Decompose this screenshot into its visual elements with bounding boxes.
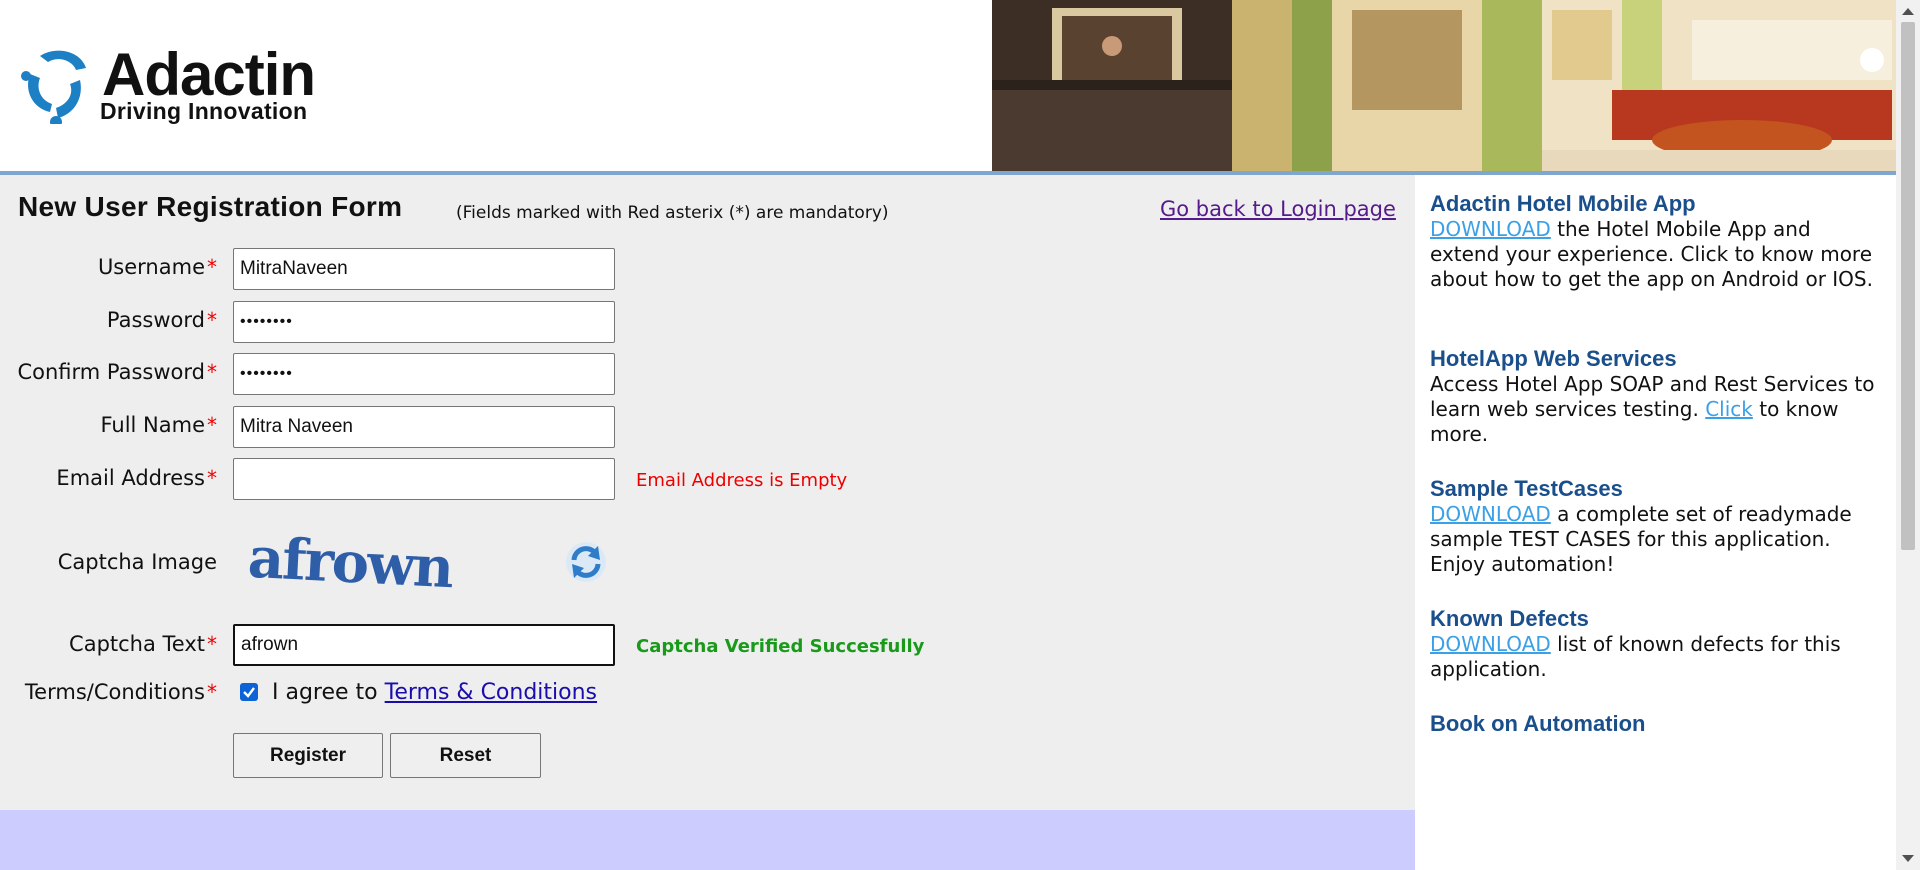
confirm-password-input[interactable]: •••••••• <box>233 353 615 395</box>
captcha-text-input[interactable]: afrown <box>233 624 615 666</box>
defects-download-link[interactable]: DOWNLOAD <box>1430 632 1551 656</box>
registration-panel: New User Registration Form (Fields marke… <box>0 175 1415 810</box>
terms-agree-text: I agree to Terms & Conditions <box>272 680 598 705</box>
web-services-click-link[interactable]: Click <box>1705 397 1753 421</box>
required-asterisk: * <box>207 360 217 384</box>
scroll-down-arrow-icon[interactable] <box>1902 855 1914 862</box>
captcha-verified-message: Captcha Verified Succesfully <box>636 636 925 657</box>
adactin-swirl-icon <box>21 50 86 124</box>
adactin-logo: Adactin Driving Innovation <box>20 44 350 124</box>
logo-tagline: Driving Innovation <box>100 98 308 124</box>
username-input[interactable]: MitraNaveen <box>233 248 615 290</box>
confirm-password-label: Confirm Password * <box>17 360 217 384</box>
captcha-image: afrown <box>246 525 463 602</box>
known-defects-text: DOWNLOAD list of known defects for this … <box>1430 632 1841 681</box>
page-scrollbar[interactable] <box>1896 0 1920 870</box>
web-services-heading: HotelApp Web Services <box>1430 346 1677 371</box>
mobile-app-download-link[interactable]: DOWNLOAD <box>1430 217 1551 241</box>
required-asterisk: * <box>207 680 217 704</box>
mobile-app-text: DOWNLOAD the Hotel Mobile App and extend… <box>1430 217 1873 291</box>
testcases-download-link[interactable]: DOWNLOAD <box>1430 502 1551 526</box>
username-label: Username * <box>97 255 217 279</box>
full-name-label: Full Name * <box>100 413 217 437</box>
terms-conditions-link[interactable]: Terms & Conditions <box>385 680 597 705</box>
required-asterisk: * <box>207 632 217 656</box>
password-input[interactable]: •••••••• <box>233 301 615 343</box>
password-label: Password * <box>106 308 217 332</box>
captcha-image-label: Captcha Image <box>57 550 217 574</box>
mobile-app-heading: Adactin Hotel Mobile App <box>1430 191 1696 216</box>
scroll-up-arrow-icon[interactable] <box>1902 8 1914 15</box>
scroll-thumb[interactable] <box>1901 22 1915 550</box>
email-label: Email Address * <box>56 466 217 490</box>
checkmark-icon <box>243 687 255 698</box>
required-asterisk: * <box>207 413 217 437</box>
full-name-input[interactable]: Mitra Naveen <box>233 406 615 448</box>
mandatory-note: (Fields marked with Red asterix (*) are … <box>456 203 889 223</box>
known-defects-heading: Known Defects <box>1430 606 1589 631</box>
web-services-text: Access Hotel App SOAP and Rest Services … <box>1430 372 1875 446</box>
logo-wordmark: Adactin <box>102 41 316 108</box>
info-sidebar: Adactin Hotel Mobile App DOWNLOAD the Ho… <box>1415 175 1896 870</box>
terms-checkbox[interactable] <box>240 683 258 701</box>
sample-testcases-heading: Sample TestCases <box>1430 476 1623 501</box>
sample-testcases-text: DOWNLOAD a complete set of readymade sam… <box>1430 502 1852 576</box>
captcha-refresh-icon[interactable] <box>564 540 608 584</box>
required-asterisk: * <box>207 308 217 332</box>
register-button[interactable]: Register <box>233 733 383 778</box>
email-input[interactable] <box>233 458 615 500</box>
book-on-automation-heading[interactable]: Book on Automation <box>1430 711 1646 737</box>
site-header: Adactin Driving Innovation <box>0 0 1896 171</box>
hotel-lobby-banner <box>992 0 1896 171</box>
terms-label: Terms/Conditions * <box>24 680 217 704</box>
email-error-message: Email Address is Empty <box>636 470 848 491</box>
footer-band <box>0 810 1415 870</box>
required-asterisk: * <box>207 466 217 490</box>
form-title: New User Registration Form <box>18 191 403 222</box>
reset-button[interactable]: Reset <box>390 733 541 778</box>
required-asterisk: * <box>207 255 217 279</box>
captcha-text-label: Captcha Text * <box>69 632 217 656</box>
captcha-image-text: afrown <box>246 524 454 602</box>
back-to-login-link[interactable]: Go back to Login page <box>1160 197 1396 221</box>
